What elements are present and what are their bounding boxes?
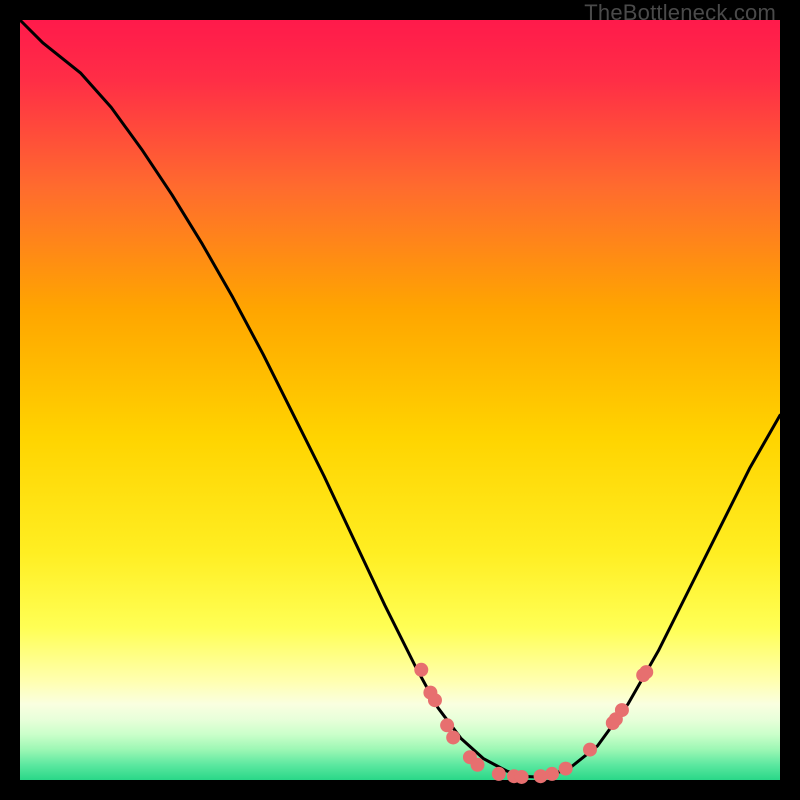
data-dot <box>559 762 573 776</box>
data-dot <box>545 767 559 781</box>
data-dot <box>515 770 529 784</box>
data-dot <box>583 743 597 757</box>
bottleneck-curve-layer <box>20 20 780 780</box>
data-dot <box>428 693 442 707</box>
data-dot <box>440 718 454 732</box>
data-dot <box>446 730 460 744</box>
data-dot <box>639 665 653 679</box>
watermark-text: TheBottleneck.com <box>584 0 776 26</box>
data-dot <box>492 767 506 781</box>
bottleneck-curve <box>20 20 780 777</box>
data-dot <box>471 758 485 772</box>
data-dot <box>615 703 629 717</box>
plot-frame <box>20 20 780 780</box>
data-dot <box>414 663 428 677</box>
data-dots <box>414 663 653 784</box>
